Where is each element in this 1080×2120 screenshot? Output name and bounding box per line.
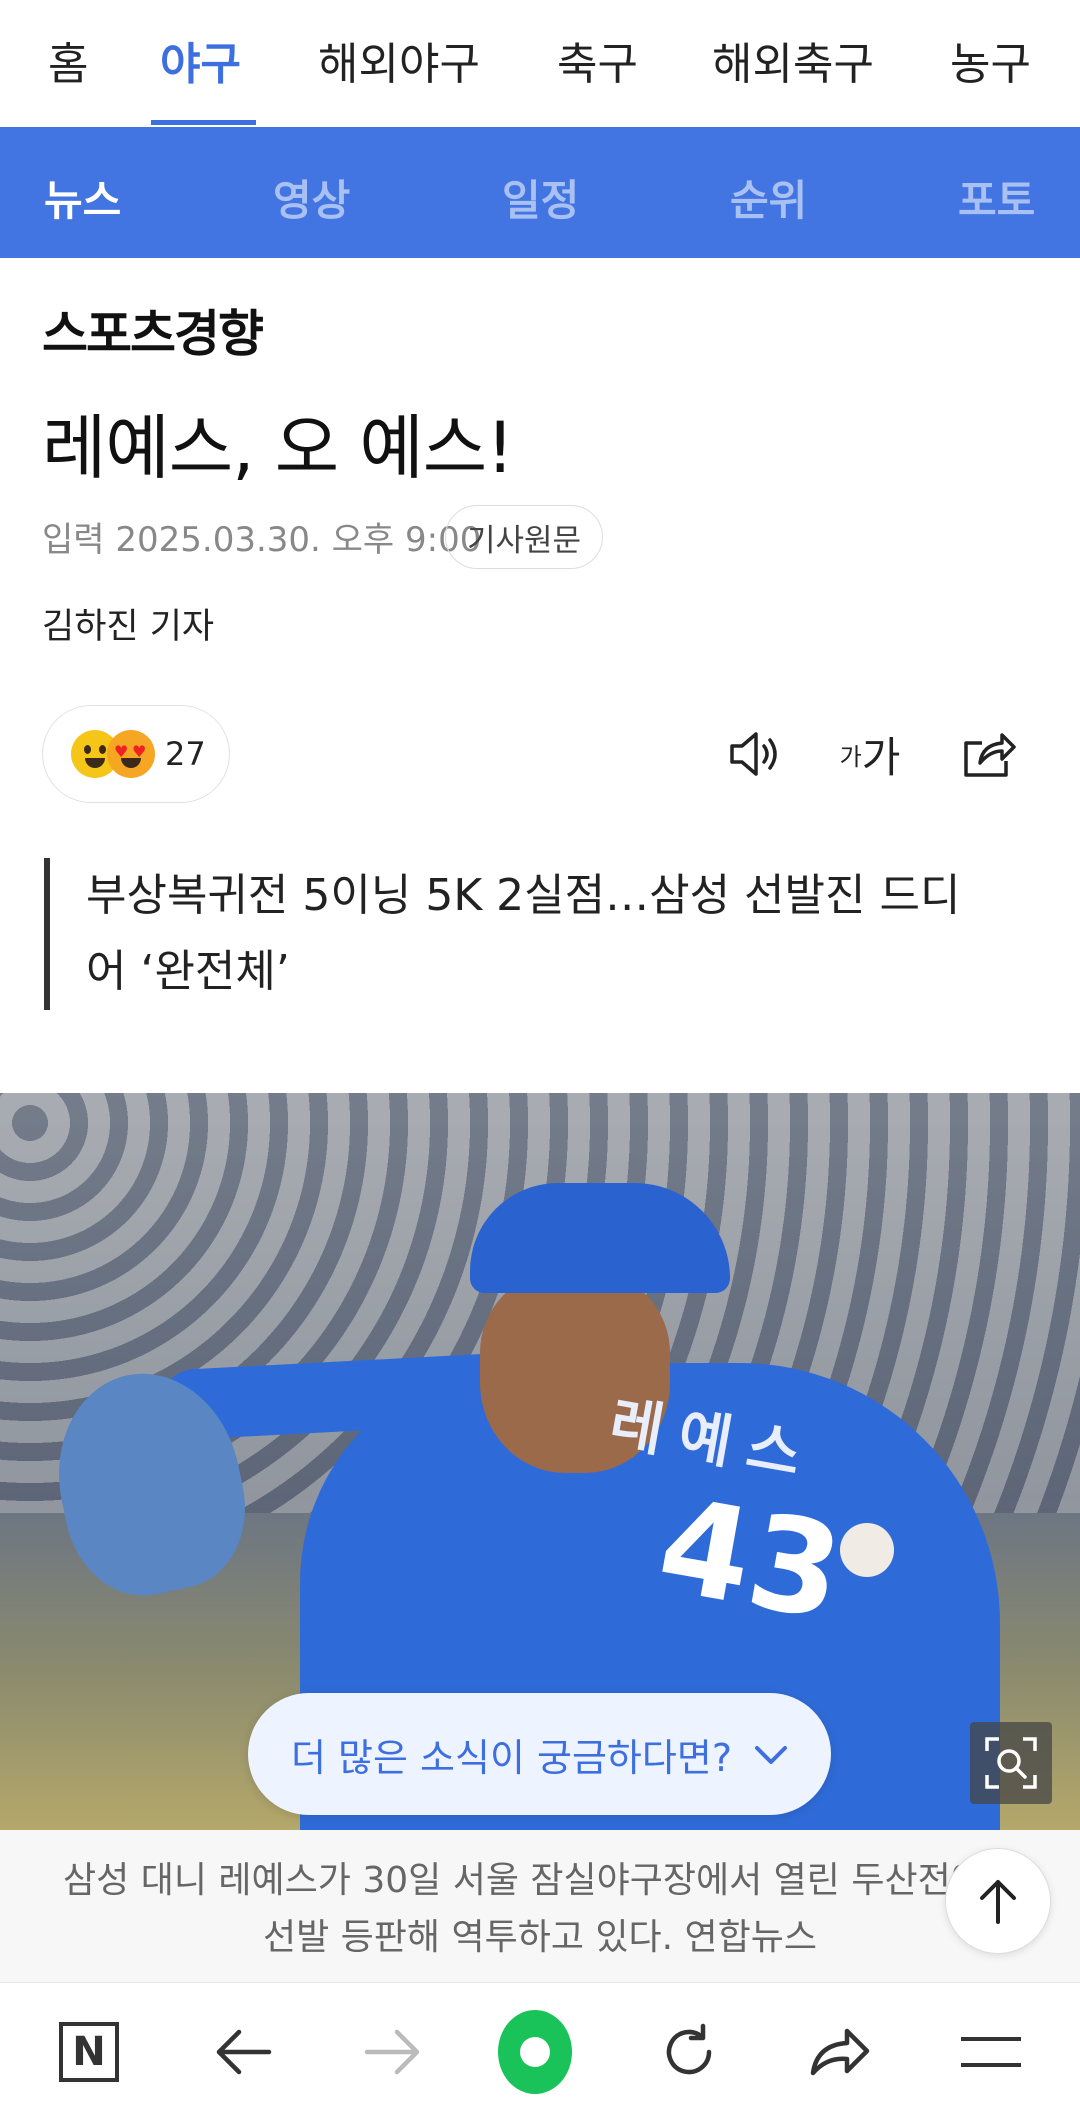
photo-caption: 삼성 대니 레예스가 30일 서울 잠실야구장에서 열린 두산전에서 선발 등판… [63, 1860, 1017, 1958]
more-news-button[interactable]: 더 많은 소식이 궁금하다면? [248, 1693, 831, 1815]
article-headline: 레예스, 오 예스! [42, 407, 514, 489]
arrow-up-icon[interactable] [945, 1848, 1051, 1954]
back-arrow-icon[interactable] [206, 2015, 280, 2089]
sub-tab-photo[interactable]: 포토 [958, 167, 1035, 228]
active-tab-indicator [151, 120, 256, 125]
share-arrow-icon[interactable] [802, 2015, 876, 2089]
sub-tab-news[interactable]: 뉴스 [44, 167, 121, 228]
tab-overseas-soccer[interactable]: 해외축구 [712, 28, 874, 127]
original-article-button[interactable]: 기사원문 [445, 505, 603, 569]
naver-n-icon[interactable]: N [52, 2015, 126, 2089]
forward-arrow-icon[interactable] [356, 2015, 430, 2089]
zoom-icon[interactable] [970, 1722, 1052, 1804]
reaction-count: 27 [165, 735, 206, 773]
chevron-down-icon [754, 1734, 788, 1775]
photo-caption-area: 삼성 대니 레예스가 30일 서울 잠실야구장에서 열린 두산전에서 선발 등판… [0, 1830, 1080, 1982]
browser-bottom-bar: N [0, 1982, 1080, 2120]
reaction-button[interactable]: ♥ ♥ 27 [42, 705, 230, 803]
speaker-icon[interactable] [724, 722, 788, 786]
font-size-icon[interactable]: 가가 [838, 722, 902, 786]
more-news-label: 더 많은 소식이 궁금하다면? [291, 1735, 732, 1780]
jersey-number: 43 [648, 1468, 853, 1650]
photo-baseball [840, 1523, 894, 1577]
article-subtitle: 부상복귀전 5이닝 5K 2실점…삼성 선발진 드디어 ‘완전체’ [44, 858, 994, 1010]
share-icon[interactable] [956, 722, 1020, 786]
tab-basketball[interactable]: 농구 [950, 28, 1031, 127]
sub-nav: 뉴스 영상 일정 순위 포토 [0, 127, 1080, 258]
font-size-large-glyph: 가 [861, 732, 901, 782]
reporter-name[interactable]: 김하진 기자 [42, 598, 214, 649]
publish-date: 입력 2025.03.30. 오후 9:00 [42, 520, 482, 560]
top-nav: 홈 야구 해외야구 축구 해외축구 농구 [0, 0, 1080, 127]
press-logo[interactable]: 스포츠경향 [42, 294, 264, 366]
font-size-small-glyph: 가 [839, 742, 862, 771]
tab-overseas-baseball[interactable]: 해외야구 [318, 28, 480, 127]
menu-icon[interactable] [954, 2015, 1028, 2089]
tab-soccer[interactable]: 축구 [557, 28, 638, 127]
sub-tab-standings[interactable]: 순위 [730, 167, 807, 228]
sub-tab-schedule[interactable]: 일정 [502, 167, 579, 228]
tab-home[interactable]: 홈 [48, 28, 88, 127]
tab-baseball[interactable]: 야구 [160, 28, 241, 127]
heart-eyes-icon: ♥ ♥ [107, 730, 155, 778]
sub-tab-video[interactable]: 영상 [273, 167, 350, 228]
home-green-icon[interactable] [498, 2010, 572, 2094]
reload-icon[interactable] [652, 2015, 726, 2089]
